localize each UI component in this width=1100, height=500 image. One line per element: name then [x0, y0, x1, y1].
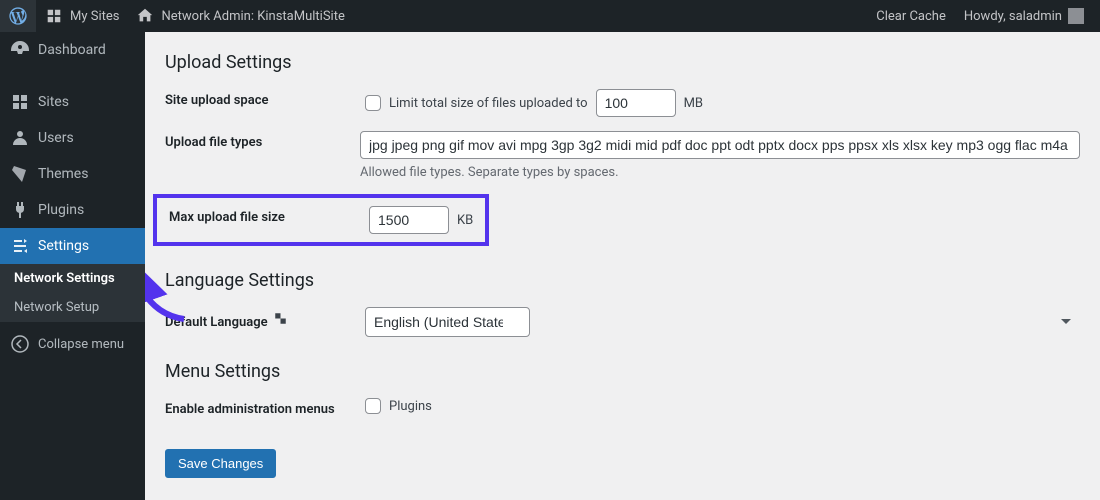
- sidebar-item-settings[interactable]: Settings: [0, 228, 145, 264]
- sidebar-item-label: Sites: [38, 94, 69, 110]
- limit-upload-checkbox-label: Limit total size of files uploaded to: [389, 96, 588, 111]
- wordpress-icon: [8, 6, 28, 26]
- limit-upload-checkbox[interactable]: [365, 95, 381, 111]
- default-language-select[interactable]: English (United States): [365, 307, 530, 337]
- home-icon: [135, 6, 155, 26]
- upload-file-types-input[interactable]: [360, 131, 1080, 159]
- sidebar-item-label: Plugins: [38, 202, 84, 218]
- language-settings-heading: Language Settings: [165, 270, 1080, 291]
- wordpress-logo-item[interactable]: [0, 0, 36, 32]
- sites-icon: [10, 92, 30, 112]
- sidebar-item-users[interactable]: Users: [0, 120, 145, 156]
- default-language-label: Default Language: [165, 307, 365, 330]
- main-wrapper: Dashboard Sites Users Themes Plugins Set…: [0, 32, 1100, 500]
- themes-icon: [10, 164, 30, 184]
- sidebar-item-label: Settings: [38, 238, 89, 254]
- sidebar-item-dashboard[interactable]: Dashboard: [0, 32, 145, 68]
- network-admin-label: Network Admin: KinstaMultiSite: [161, 9, 344, 24]
- adminbar-right: Clear Cache Howdy, saladmin: [868, 8, 1092, 24]
- submenu-network-setup[interactable]: Network Setup: [0, 293, 145, 322]
- howdy-item[interactable]: Howdy, saladmin: [956, 8, 1092, 24]
- network-admin-item[interactable]: Network Admin: KinstaMultiSite: [127, 0, 352, 32]
- site-upload-space-unit: MB: [684, 96, 703, 111]
- max-upload-label: Max upload file size: [169, 206, 369, 225]
- row-site-upload-space: Site upload space Limit total size of fi…: [165, 89, 1080, 117]
- plugins-icon: [10, 200, 30, 220]
- settings-icon: [10, 236, 30, 256]
- collapse-label: Collapse menu: [38, 337, 124, 352]
- adminbar-left: My Sites Network Admin: KinstaMultiSite: [0, 0, 353, 32]
- collapse-icon: [10, 334, 30, 354]
- settings-submenu: Network Settings Network Setup: [0, 264, 145, 322]
- site-upload-space-label: Site upload space: [165, 89, 365, 108]
- highlight-max-upload: Max upload file size KB: [153, 194, 489, 246]
- submenu-network-settings[interactable]: Network Settings: [0, 264, 145, 293]
- my-sites-item[interactable]: My Sites: [36, 0, 127, 32]
- upload-file-types-label: Upload file types: [165, 131, 360, 150]
- translation-icon: [273, 311, 288, 326]
- sidebar-item-label: Dashboard: [38, 42, 106, 58]
- upload-file-types-desc: Allowed file types. Separate types by sp…: [360, 165, 1080, 180]
- dashboard-icon: [10, 40, 30, 60]
- admin-toolbar: My Sites Network Admin: KinstaMultiSite …: [0, 0, 1100, 32]
- sites-icon: [44, 6, 64, 26]
- menu-settings-heading: Menu Settings: [165, 361, 1080, 382]
- my-sites-label: My Sites: [70, 9, 119, 24]
- site-upload-space-input[interactable]: [596, 89, 676, 117]
- clear-cache-item[interactable]: Clear Cache: [868, 9, 954, 24]
- max-upload-unit: KB: [457, 213, 473, 228]
- row-upload-file-types: Upload file types Allowed file types. Se…: [165, 131, 1080, 180]
- sidebar-item-themes[interactable]: Themes: [0, 156, 145, 192]
- users-icon: [10, 128, 30, 148]
- max-upload-input[interactable]: [369, 206, 449, 234]
- sidebar-item-label: Themes: [38, 166, 88, 182]
- collapse-menu[interactable]: Collapse menu: [0, 326, 145, 362]
- admin-sidebar: Dashboard Sites Users Themes Plugins Set…: [0, 32, 145, 500]
- sidebar-item-plugins[interactable]: Plugins: [0, 192, 145, 228]
- content-area: Upload Settings Site upload space Limit …: [145, 32, 1100, 500]
- plugins-menu-checkbox[interactable]: [365, 398, 381, 414]
- avatar: [1068, 8, 1084, 24]
- sidebar-item-label: Users: [38, 130, 74, 146]
- row-enable-admin-menus: Enable administration menus Plugins: [165, 398, 1080, 417]
- enable-admin-menus-label: Enable administration menus: [165, 398, 365, 417]
- plugins-menu-checkbox-label: Plugins: [389, 399, 432, 414]
- save-changes-button[interactable]: Save Changes: [165, 449, 276, 478]
- row-default-language: Default Language English (United States): [165, 307, 1080, 337]
- clear-cache-label: Clear Cache: [876, 9, 946, 24]
- sidebar-item-sites[interactable]: Sites: [0, 84, 145, 120]
- howdy-label: Howdy, saladmin: [964, 9, 1062, 24]
- upload-settings-heading: Upload Settings: [165, 52, 1080, 73]
